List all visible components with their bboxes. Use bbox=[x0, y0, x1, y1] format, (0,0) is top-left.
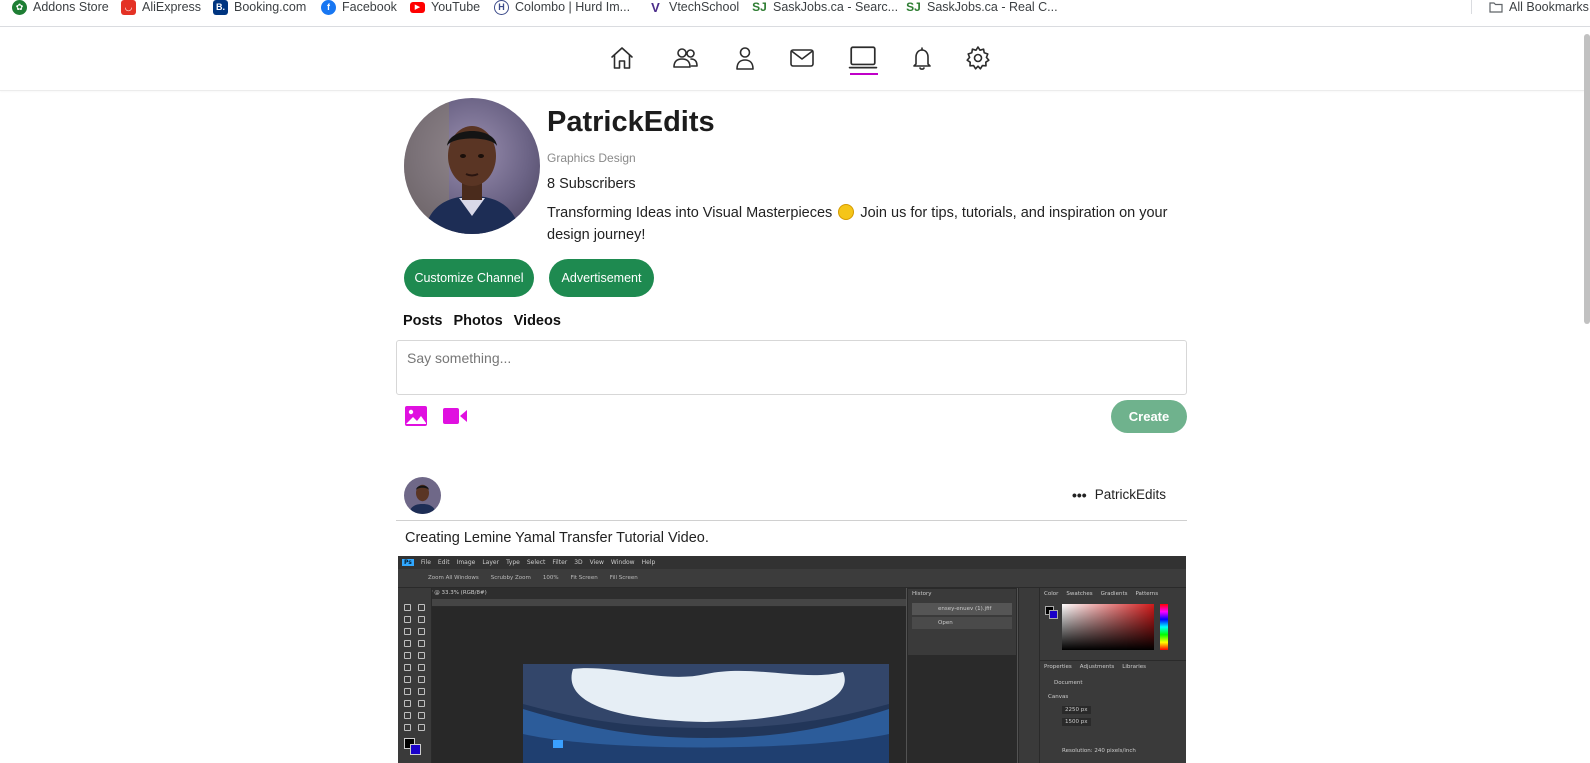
post-composer-input[interactable]: Say something... bbox=[396, 340, 1187, 395]
post-divider bbox=[396, 520, 1187, 521]
all-bookmarks-button[interactable]: All Bookmarks bbox=[1489, 0, 1589, 14]
advertisement-button[interactable]: Advertisement bbox=[549, 259, 654, 297]
ps-color-properties-panel: Color Swatches Gradients Patterns Proper… bbox=[1040, 588, 1186, 763]
home-icon[interactable] bbox=[607, 43, 637, 73]
top-nav bbox=[0, 27, 1590, 91]
ps-empty-panel bbox=[907, 656, 1017, 763]
tab-posts[interactable]: Posts bbox=[403, 313, 443, 329]
booking-icon: B. bbox=[213, 0, 228, 15]
mail-icon[interactable] bbox=[787, 43, 817, 73]
post-text: Creating Lemine Yamal Transfer Tutorial … bbox=[405, 530, 709, 546]
channel-category: Graphics Design bbox=[547, 151, 636, 165]
bookmark-youtube[interactable]: ▶ YouTube bbox=[410, 0, 480, 14]
video-upload-icon[interactable] bbox=[442, 407, 467, 429]
customize-channel-button[interactable]: Customize Channel bbox=[404, 259, 534, 297]
saskjobs-icon: SJ bbox=[906, 0, 921, 15]
bell-icon[interactable] bbox=[907, 43, 937, 73]
active-nav-indicator bbox=[850, 73, 878, 75]
colombo-icon: H bbox=[494, 0, 509, 15]
channel-icon[interactable] bbox=[848, 43, 878, 73]
bookmark-facebook[interactable]: f Facebook bbox=[321, 0, 397, 15]
bookmark-addons-store[interactable]: ✿ Addons Store bbox=[12, 0, 109, 15]
ps-panel-strip bbox=[1018, 588, 1040, 763]
bookmark-vtechschool[interactable]: V VtechSchool bbox=[648, 0, 739, 15]
page-scrollbar[interactable] bbox=[1584, 28, 1590, 763]
channel-bio: Transforming Ideas into Visual Masterpie… bbox=[547, 202, 1177, 246]
profile-icon[interactable] bbox=[730, 43, 760, 73]
ps-color-picker bbox=[1062, 604, 1154, 650]
bookmarks-bar: ✿ Addons Store ◡ AliExpress B. Booking.c… bbox=[0, 0, 1590, 27]
bookmarks-separator bbox=[1471, 0, 1472, 14]
subscriber-count: 8 Subscribers bbox=[547, 176, 636, 192]
bookmark-saskjobs-search[interactable]: SJ SaskJobs.ca - Searc... bbox=[752, 0, 898, 15]
photo-upload-icon[interactable] bbox=[404, 405, 428, 427]
ps-document-tab: (1).jfif @ 33.3% (RGB/8#) bbox=[398, 588, 906, 599]
bookmark-booking[interactable]: B. Booking.com bbox=[213, 0, 306, 15]
more-options-icon[interactable]: ••• bbox=[1072, 488, 1087, 502]
tab-videos[interactable]: Videos bbox=[514, 313, 561, 329]
saskjobs-icon: SJ bbox=[752, 0, 767, 15]
aliexpress-icon: ◡ bbox=[121, 0, 136, 15]
facebook-icon: f bbox=[321, 0, 336, 15]
vtechschool-icon: V bbox=[648, 0, 663, 15]
ps-logo: Ps bbox=[402, 559, 414, 566]
folder-icon bbox=[1489, 2, 1503, 13]
ps-history-panel: History ensey-enuev (1).jfif Open bbox=[907, 588, 1017, 656]
scrollbar-thumb[interactable] bbox=[1584, 34, 1590, 324]
ps-options-bar: Zoom All Windows Scrubby Zoom 100% Fit S… bbox=[398, 569, 1186, 588]
content-tabs: Posts Photos Videos bbox=[403, 313, 572, 329]
stadium-image bbox=[523, 664, 889, 763]
palette-emoji-icon bbox=[838, 204, 855, 220]
ps-toolbar bbox=[398, 588, 432, 763]
gear-icon[interactable] bbox=[963, 43, 993, 73]
bookmark-saskjobs-real[interactable]: SJ SaskJobs.ca - Real C... bbox=[906, 0, 1058, 15]
ps-menubar: Ps File Edit Image Layer Type Select Fil… bbox=[398, 556, 1186, 569]
post-author-avatar[interactable] bbox=[404, 477, 441, 514]
channel-name: PatrickEdits bbox=[547, 106, 715, 138]
bookmark-aliexpress[interactable]: ◡ AliExpress bbox=[121, 0, 201, 15]
post-header-right: ••• PatrickEdits bbox=[1072, 487, 1166, 502]
post-image[interactable]: Ps File Edit Image Layer Type Select Fil… bbox=[398, 556, 1186, 763]
bookmark-colombo[interactable]: H Colombo | Hurd Im... bbox=[494, 0, 630, 15]
ps-ruler bbox=[432, 599, 906, 607]
bio-text-part1: Transforming Ideas into Visual Masterpie… bbox=[547, 205, 833, 221]
post-author-name[interactable]: PatrickEdits bbox=[1095, 487, 1166, 502]
friends-icon[interactable] bbox=[670, 43, 700, 73]
youtube-icon: ▶ bbox=[410, 1, 425, 13]
ps-background-color bbox=[410, 744, 421, 755]
create-post-button[interactable]: Create bbox=[1111, 400, 1187, 433]
ps-hue-slider bbox=[1160, 604, 1168, 650]
addons-store-icon: ✿ bbox=[12, 0, 27, 15]
channel-avatar bbox=[404, 98, 540, 234]
tab-photos[interactable]: Photos bbox=[454, 313, 503, 329]
